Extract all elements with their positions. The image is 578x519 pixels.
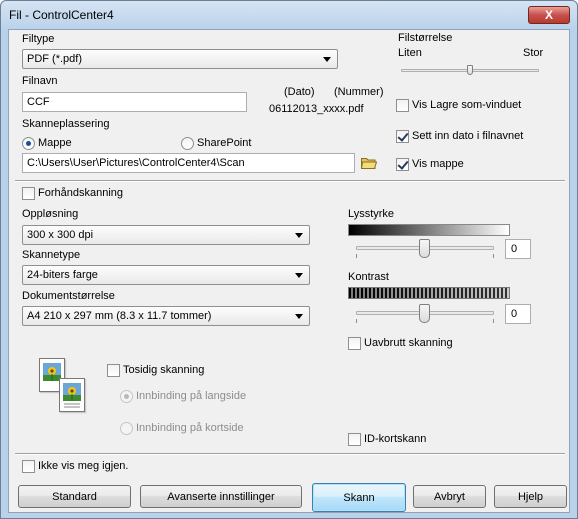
brightness-label: Lysstyrke	[348, 208, 395, 220]
show-save-as-checkbox[interactable]	[396, 99, 409, 112]
contrast-input[interactable]: 0	[505, 304, 531, 324]
window-title: Fil - ControlCenter4	[9, 8, 114, 22]
advanced-settings-button[interactable]: Avanserte innstillinger	[140, 485, 302, 508]
default-button-label: Standard	[52, 491, 97, 503]
dont-show-checkbox[interactable]	[22, 460, 35, 473]
dialog-body: Filtype PDF (*.pdf) Filstørrelse Liten S…	[8, 29, 570, 513]
chevron-down-icon	[295, 314, 303, 319]
resolution-select[interactable]: 300 x 300 dpi	[22, 225, 310, 245]
contrast-label: Kontrast	[348, 271, 389, 283]
help-button[interactable]: Hjelp	[494, 485, 567, 508]
contrast-pattern	[348, 287, 510, 299]
continuous-scan-checkbox[interactable]	[348, 337, 361, 350]
brightness-slider-thumb[interactable]	[419, 239, 430, 258]
close-button[interactable]: X	[528, 6, 570, 24]
filesize-slider-thumb[interactable]	[467, 65, 473, 75]
filename-input[interactable]: CCF	[22, 92, 247, 112]
resolution-value: 300 x 300 dpi	[27, 229, 94, 241]
help-button-label: Hjelp	[517, 491, 544, 503]
filetype-value: PDF (*.pdf)	[27, 53, 83, 65]
date-header: (Dato)	[284, 86, 315, 98]
tick	[493, 319, 494, 323]
duplex-label: Tosidig skanning	[123, 364, 205, 376]
scan-type-value: 24-biters farge	[27, 269, 98, 281]
number-header: (Nummer)	[334, 86, 384, 98]
tick	[493, 254, 494, 258]
contrast-slider-thumb[interactable]	[419, 304, 430, 323]
title-bar[interactable]: Fil - ControlCenter4 X	[1, 1, 577, 29]
chevron-down-icon	[295, 233, 303, 238]
id-card-label: ID-kortskann	[364, 433, 427, 445]
default-button[interactable]: Standard	[18, 485, 131, 508]
duplex-checkbox[interactable]	[107, 364, 120, 377]
scan-button[interactable]: Skann	[312, 483, 406, 512]
cancel-button-label: Avbryt	[434, 491, 465, 503]
scan-path-input[interactable]: C:\Users\User\Pictures\ControlCenter4\Sc…	[22, 153, 355, 173]
tick	[356, 319, 357, 323]
prescan-checkbox[interactable]	[22, 187, 35, 200]
insert-date-label: Sett inn dato i filnavnet	[412, 130, 524, 142]
prescan-label: Forhåndskanning	[38, 187, 124, 199]
scan-button-label: Skann	[343, 492, 375, 504]
doc-size-value: A4 210 x 297 mm (8.3 x 11.7 tommer)	[27, 310, 212, 322]
short-edge-radio[interactable]	[120, 422, 133, 435]
filename-preview: 06112013_xxxx.pdf	[269, 103, 364, 115]
show-save-as-label: Vis Lagre som-vinduet	[412, 99, 522, 111]
sharepoint-radio-label: SharePoint	[197, 137, 252, 149]
separator	[15, 180, 565, 182]
browse-folder-icon[interactable]	[361, 157, 377, 169]
show-folder-checkbox[interactable]	[396, 158, 409, 171]
duplex-page-back-icon	[59, 378, 85, 412]
doc-size-label: Dokumentstørrelse	[22, 290, 115, 302]
resolution-label: Oppløsning	[22, 208, 79, 220]
insert-date-checkbox[interactable]	[396, 130, 409, 143]
folder-radio-label: Mappe	[38, 137, 72, 149]
sharepoint-radio[interactable]	[181, 137, 194, 150]
filetype-select[interactable]: PDF (*.pdf)	[22, 49, 338, 69]
scan-type-label: Skannetype	[22, 249, 81, 261]
short-edge-label: Innbinding på kortside	[136, 422, 244, 434]
filetype-label: Filtype	[22, 33, 55, 45]
separator	[15, 453, 565, 455]
long-edge-radio[interactable]	[120, 390, 133, 403]
cancel-button[interactable]: Avbryt	[413, 485, 486, 508]
filename-label: Filnavn	[22, 75, 58, 87]
long-edge-label: Innbinding på langside	[136, 390, 247, 402]
filesize-min-label: Liten	[398, 47, 422, 59]
close-icon: X	[544, 8, 553, 22]
scan-type-select[interactable]: 24-biters farge	[22, 265, 310, 285]
chevron-down-icon	[295, 273, 303, 278]
tick	[356, 254, 357, 258]
dialog-window: Fil - ControlCenter4 X Filtype PDF (*.pd…	[0, 0, 578, 519]
id-card-checkbox[interactable]	[348, 433, 361, 446]
filesize-label: Filstørrelse	[398, 32, 453, 44]
show-folder-label: Vis mappe	[412, 158, 464, 170]
continuous-scan-label: Uavbrutt skanning	[364, 337, 453, 349]
brightness-gradient	[348, 224, 510, 236]
doc-size-select[interactable]: A4 210 x 297 mm (8.3 x 11.7 tommer)	[22, 306, 310, 326]
dont-show-label: Ikke vis meg igjen.	[38, 460, 129, 472]
chevron-down-icon	[323, 57, 331, 62]
advanced-settings-button-label: Avanserte innstillinger	[167, 491, 275, 503]
scan-location-label: Skanneplassering	[22, 118, 110, 130]
brightness-input[interactable]: 0	[505, 239, 531, 259]
filesize-max-label: Stor	[523, 47, 544, 59]
folder-radio[interactable]	[22, 137, 35, 150]
